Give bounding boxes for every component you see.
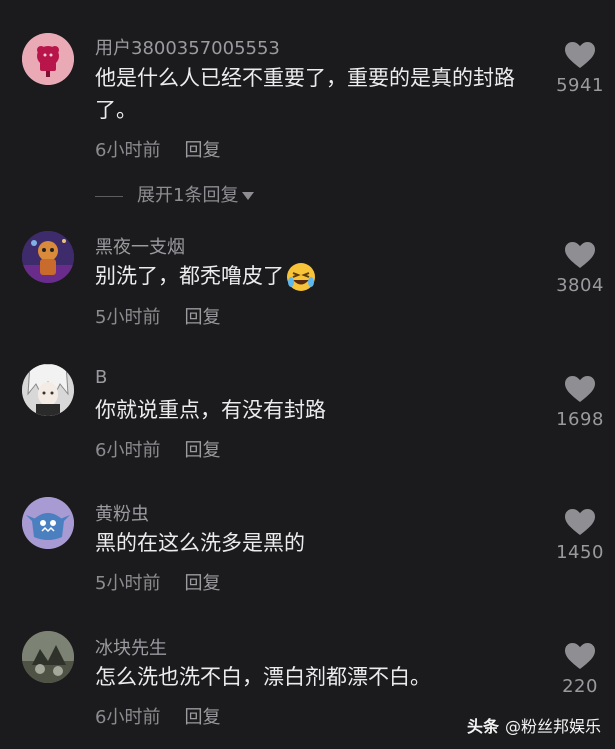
heart-icon [565,242,595,268]
comment-meta: 6小时前 回复 [95,136,220,162]
heart-icon [565,42,595,68]
laughing-emoji-icon [286,262,316,292]
heart-icon [565,509,595,535]
comment-text: 怎么洗也洗不白，漂白剂都漂不白。 [95,665,431,689]
like-button[interactable]: 220 [548,643,612,697]
like-count: 5941 [556,75,604,96]
reply-button[interactable]: 回复 [184,707,220,728]
comment-text: 你就说重点，有没有封路 [95,398,326,422]
heart-icon [565,643,595,669]
like-count: 220 [562,676,598,697]
comment-time: 5小时前 [95,307,161,328]
username[interactable]: B [95,367,107,388]
like-button[interactable]: 1698 [548,376,612,430]
like-count: 1698 [556,409,604,430]
username[interactable]: 黑夜一支烟 [95,233,185,259]
reply-button[interactable]: 回复 [184,307,220,328]
reply-button[interactable]: 回复 [184,440,220,461]
watermark-handle: @粉丝邦娱乐 [504,717,601,736]
username[interactable]: 冰块先生 [95,634,167,660]
comment-text: 他是什么人已经不重要了，重要的是真的封路了。 [95,66,515,122]
comment-meta: 6小时前 回复 [95,703,220,729]
like-button[interactable]: 5941 [548,42,612,96]
like-button[interactable]: 3804 [548,242,612,296]
comment-time: 6小时前 [95,440,161,461]
watermark: 头条 @粉丝邦娱乐 [467,713,601,737]
user-avatar[interactable] [22,497,74,549]
comment-time: 6小时前 [95,707,161,728]
user-avatar[interactable] [22,231,74,283]
comment-meta: 6小时前 回复 [95,436,220,462]
expand-replies-button[interactable]: 展开1条回复 [95,181,255,207]
like-count: 1450 [556,542,604,563]
username[interactable]: 用户3800357005553 [95,34,280,60]
comment-meta: 5小时前 回复 [95,569,220,595]
reply-button[interactable]: 回复 [184,573,220,594]
heart-icon [565,376,595,402]
reply-button[interactable]: 回复 [184,140,220,161]
watermark-brand: 头条 [466,717,499,736]
chevron-down-icon [242,192,255,200]
username[interactable]: 黄粉虫 [95,500,149,526]
like-count: 3804 [556,275,604,296]
comment-meta: 5小时前 回复 [95,303,220,329]
like-button[interactable]: 1450 [548,509,612,563]
comment-text: 别洗了，都秃噜皮了 [95,260,540,292]
divider-line [95,195,123,197]
comment-text: 黑的在这么洗多是黑的 [95,531,305,555]
user-avatar[interactable] [22,33,74,85]
expand-replies-label: 展开1条回复 [137,185,239,206]
user-avatar[interactable] [22,631,74,683]
comment-time: 6小时前 [95,140,161,161]
comment-time: 5小时前 [95,573,161,594]
user-avatar[interactable] [22,364,74,416]
comment-text-content: 别洗了，都秃噜皮了 [95,264,284,288]
